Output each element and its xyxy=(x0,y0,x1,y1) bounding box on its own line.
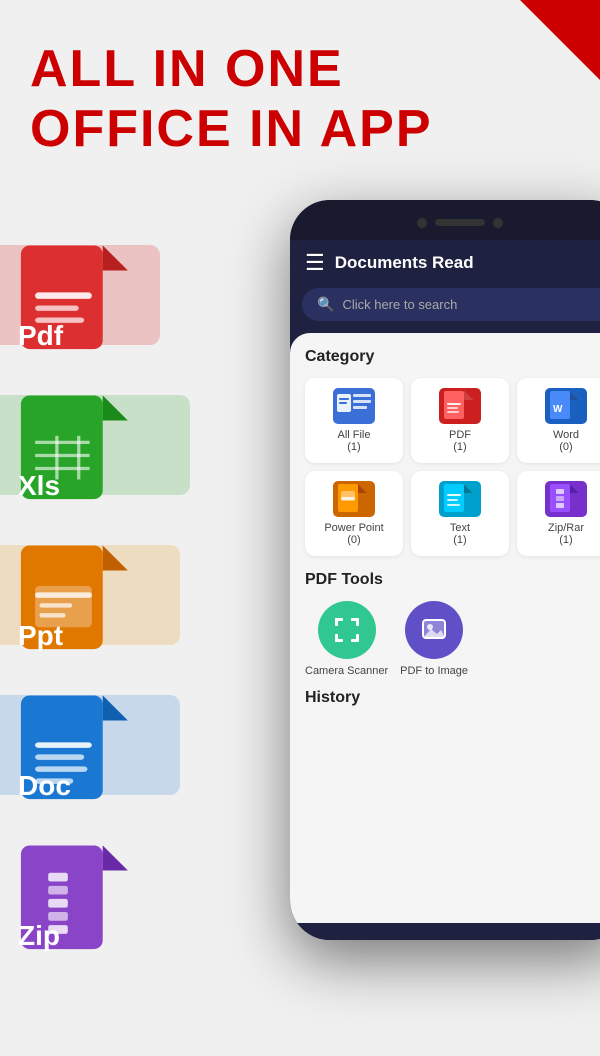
camera-scanner-tool[interactable]: Camera Scanner xyxy=(305,601,388,677)
zip-label: Zip xyxy=(18,920,60,952)
camera-scanner-icon xyxy=(332,615,362,645)
file-icons-section: Pdf Xls Ppt xyxy=(0,230,155,980)
pdf-to-image-tool[interactable]: PDF to Image xyxy=(400,601,468,677)
doc-icon-item: Doc xyxy=(0,680,155,820)
pdf-to-image-icon xyxy=(419,615,449,645)
headline-section: ALL IN ONE OFFICE IN APP xyxy=(30,40,433,160)
ppt-label: Ppt xyxy=(18,620,63,652)
headline-text: ALL IN ONE OFFICE IN APP xyxy=(30,40,433,160)
category-pdf[interactable]: PDF(1) xyxy=(411,378,509,463)
zip-icon-item: Zip xyxy=(0,830,155,970)
pdf-label: Pdf xyxy=(18,320,63,352)
text-cat-icon xyxy=(439,481,481,517)
zip-cat-label: Zip/Rar(1) xyxy=(548,522,584,546)
svg-text:W: W xyxy=(553,404,563,415)
phone-header: ☰ Documents Read xyxy=(290,240,600,288)
pdf-to-image-icon-circle xyxy=(405,601,463,659)
search-bar[interactable]: 🔍 Click here to search xyxy=(302,288,600,321)
text-cat-label: Text(1) xyxy=(450,522,470,546)
category-grid: All File(1) xyxy=(305,378,600,556)
pdf-tools-title: PDF Tools xyxy=(305,571,600,589)
category-all-file[interactable]: All File(1) xyxy=(305,378,403,463)
search-placeholder-text: Click here to search xyxy=(342,297,457,312)
pdf-tools-section: PDF Tools xyxy=(305,571,600,677)
pdf-to-image-label: PDF to Image xyxy=(400,665,468,677)
pdf-cat-label: PDF(1) xyxy=(449,429,471,453)
zip-cat-icon xyxy=(545,481,587,517)
history-title: History xyxy=(305,689,600,707)
word-cat-label: Word(0) xyxy=(553,429,579,453)
phone-content: Category A xyxy=(290,333,600,923)
all-file-label: All File(1) xyxy=(337,429,370,453)
category-title: Category xyxy=(305,348,600,366)
phone-screen: ☰ Documents Read 🔍 Click here to search … xyxy=(290,240,600,940)
category-word[interactable]: W Word(0) xyxy=(517,378,600,463)
word-cat-icon: W xyxy=(545,388,587,424)
xls-label: Xls xyxy=(18,470,60,502)
phone-camera xyxy=(417,218,427,228)
ppt-cat-label: Power Point(0) xyxy=(324,522,383,546)
search-icon: 🔍 xyxy=(317,296,334,313)
history-section: History xyxy=(305,689,600,707)
phone-camera-2 xyxy=(493,218,503,228)
phone-notch xyxy=(290,200,600,240)
category-zip[interactable]: Zip/Rar(1) xyxy=(517,471,600,556)
category-text[interactable]: Text(1) xyxy=(411,471,509,556)
phone-app-title: Documents Read xyxy=(335,253,474,273)
ppt-cat-icon xyxy=(333,481,375,517)
phone-mockup: ☰ Documents Read 🔍 Click here to search … xyxy=(290,200,600,940)
doc-label: Doc xyxy=(18,770,71,802)
ppt-icon-item: Ppt xyxy=(0,530,155,670)
category-ppt[interactable]: Power Point(0) xyxy=(305,471,403,556)
camera-scanner-icon-circle xyxy=(318,601,376,659)
xls-icon-item: Xls xyxy=(0,380,155,520)
corner-decoration xyxy=(520,0,600,80)
pdf-icon-item: Pdf xyxy=(0,230,155,370)
camera-scanner-label: Camera Scanner xyxy=(305,665,388,677)
pdf-cat-icon xyxy=(439,388,481,424)
all-file-icon xyxy=(333,388,375,424)
phone-speaker xyxy=(435,219,485,226)
tools-grid: Camera Scanner PDF to Image xyxy=(305,601,600,677)
menu-icon[interactable]: ☰ xyxy=(305,250,325,276)
